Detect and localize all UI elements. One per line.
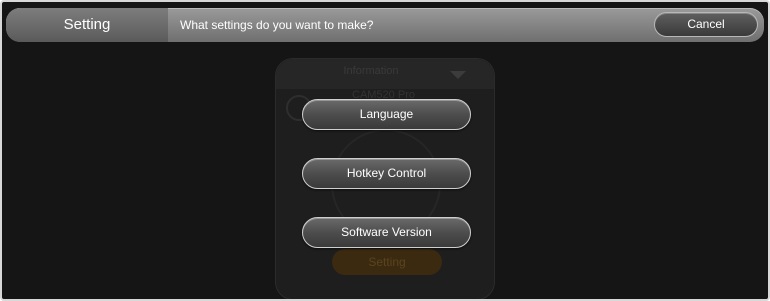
settings-dialog: Setting What settings do you want to mak… — [0, 0, 770, 301]
header-title: Setting — [6, 8, 168, 42]
language-button[interactable]: Language — [302, 99, 471, 130]
background-setting-button: Setting — [332, 249, 442, 275]
information-label: Information — [343, 65, 399, 77]
hotkey-control-button[interactable]: Hotkey Control — [302, 158, 471, 189]
software-version-button[interactable]: Software Version — [302, 217, 471, 248]
header-prompt: What settings do you want to make? — [180, 18, 374, 32]
chevron-down-icon — [450, 71, 466, 79]
cancel-button[interactable]: Cancel — [654, 12, 758, 37]
header-bar: Setting What settings do you want to mak… — [6, 8, 764, 42]
